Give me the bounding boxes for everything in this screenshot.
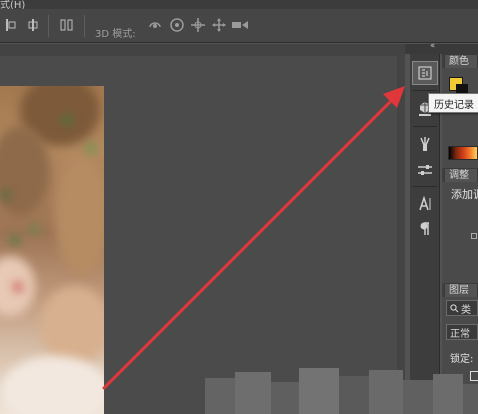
rotate-3d-icon[interactable] xyxy=(146,16,164,34)
image-leaf xyxy=(86,144,96,153)
image-leaf xyxy=(10,236,20,244)
add-adjustment-label: 添加调 xyxy=(451,188,478,201)
image-leaf xyxy=(62,116,72,124)
roll-3d-icon[interactable] xyxy=(168,16,186,34)
3d-mode-label: 3D 模式: xyxy=(95,29,136,40)
tab-adjustments[interactable]: 调整 xyxy=(444,168,478,182)
document-tab-strip xyxy=(0,44,405,56)
paragraph-icon[interactable] xyxy=(412,217,438,241)
align-icon[interactable] xyxy=(58,16,76,34)
separator xyxy=(84,15,85,37)
brush-icon[interactable] xyxy=(412,132,438,156)
image-lips xyxy=(14,282,22,292)
color-ramp[interactable] xyxy=(448,146,478,160)
properties-icon[interactable] xyxy=(412,158,438,182)
menu-bar: 式(H) xyxy=(0,0,478,11)
history-icon[interactable] xyxy=(412,61,438,85)
separator xyxy=(48,15,49,37)
layer-kind-label: 类 xyxy=(461,304,471,316)
collapse-panels-button[interactable]: ‹‹ xyxy=(430,41,435,51)
canvas-workspace[interactable] xyxy=(0,44,405,414)
vertical-scrollbar[interactable] xyxy=(397,56,405,414)
pixelated-watermark xyxy=(205,368,478,414)
layer-kind-filter[interactable]: 类 xyxy=(446,300,478,316)
blend-mode-select[interactable]: 正常 xyxy=(446,324,478,340)
dock-header xyxy=(405,44,478,54)
history-tooltip: 历史记录 xyxy=(428,93,478,113)
dock-divider xyxy=(413,186,437,187)
options-bar: 3D 模式: xyxy=(0,9,478,43)
blend-mode-value: 正常 xyxy=(450,328,470,340)
photoshop-window: 式(H) 3D 模式: ‹‹ 颜色 调整 添加 图层 类 正常 锁定: 历史记录 xyxy=(0,0,478,414)
image-hair-region xyxy=(55,156,104,276)
search-icon xyxy=(450,303,459,312)
adjustment-icon[interactable] xyxy=(471,233,477,239)
character-icon[interactable] xyxy=(412,192,438,216)
document-image[interactable] xyxy=(0,86,104,414)
tab-color[interactable]: 颜色 xyxy=(444,54,478,68)
pan-3d-icon[interactable] xyxy=(189,16,207,34)
image-leaf xyxy=(30,226,39,233)
lock-label: 锁定: xyxy=(450,354,474,365)
dock-divider xyxy=(413,90,437,91)
slide-3d-icon[interactable] xyxy=(210,16,228,34)
scale-3d-icon[interactable] xyxy=(230,16,250,34)
dock-divider xyxy=(413,126,437,127)
distribute-left-icon[interactable] xyxy=(4,16,18,34)
distribute-center-icon[interactable] xyxy=(26,16,40,34)
image-hair-region xyxy=(40,286,104,366)
tab-layers[interactable]: 图层 xyxy=(444,283,478,297)
image-leaf xyxy=(2,191,10,199)
